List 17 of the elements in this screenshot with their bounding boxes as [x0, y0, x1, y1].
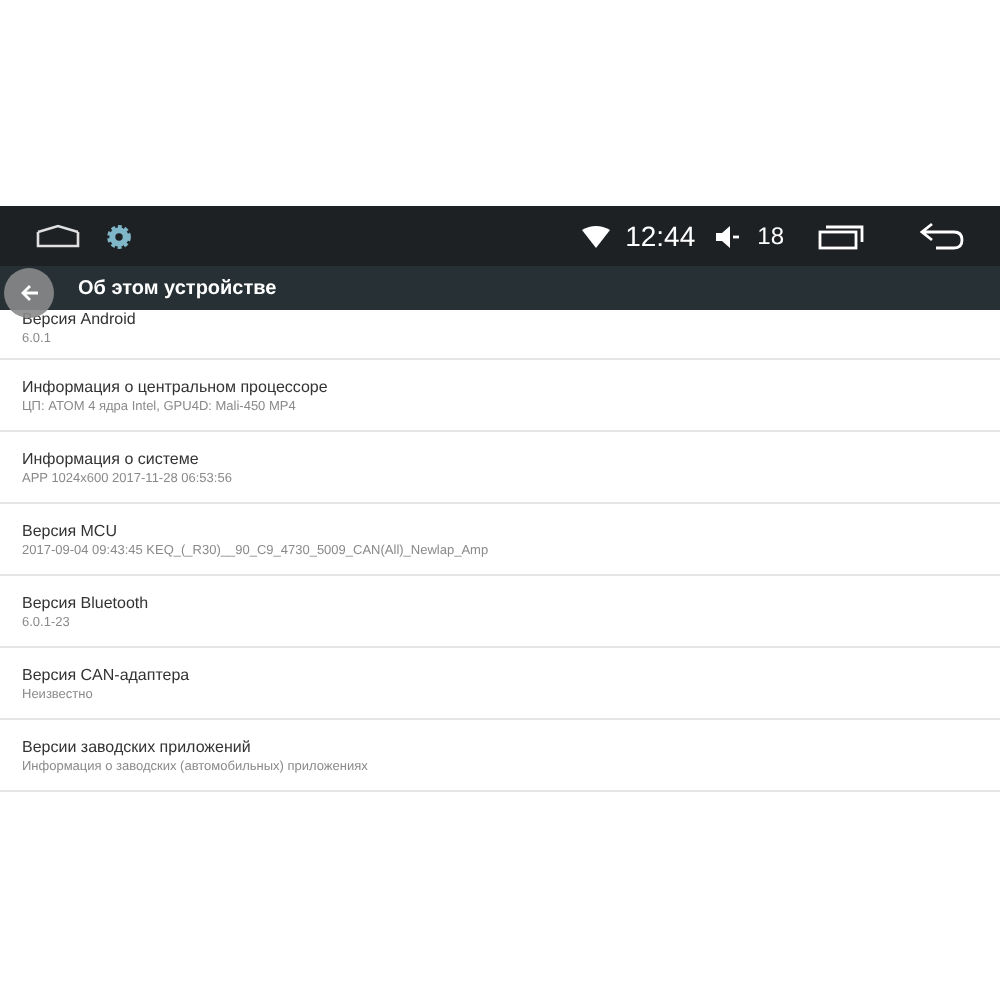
volume-icon[interactable]: [715, 225, 740, 247]
row-title: Информация о центральном процессоре: [22, 378, 328, 398]
toolbar-title: Об этом устройстве: [78, 275, 277, 303]
row-title: Информация о системе: [22, 450, 199, 470]
row-title: Версия Android: [22, 310, 136, 330]
wifi-icon: [581, 225, 610, 247]
row-title: Версия CAN-адаптера: [22, 666, 190, 686]
recent-apps-icon[interactable]: [818, 223, 864, 249]
row-title: Версия Bluetooth: [22, 594, 149, 614]
settings-icon[interactable]: [106, 223, 132, 249]
volume-level: 18: [757, 220, 784, 254]
back-arrow-icon: [19, 284, 39, 302]
clock: 12:44: [625, 217, 696, 255]
row-title: Версия MCU: [22, 522, 117, 542]
home-icon[interactable]: [36, 224, 80, 248]
row-title: Версии заводских приложений: [22, 738, 251, 758]
back-icon[interactable]: [920, 222, 964, 250]
